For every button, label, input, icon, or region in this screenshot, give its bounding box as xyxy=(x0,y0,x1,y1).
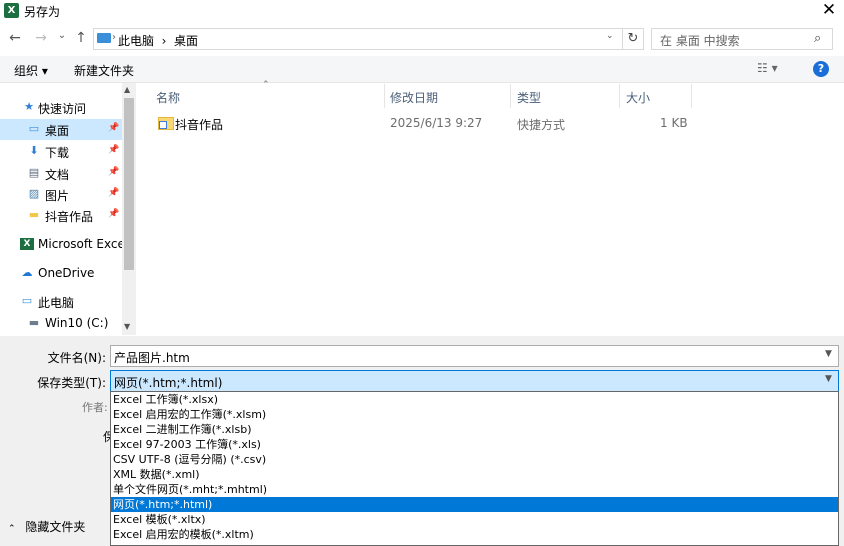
sidebar-item-label: Microsoft Excel xyxy=(38,237,129,251)
drive-icon: ▬ xyxy=(28,316,40,329)
forward-arrow-icon[interactable]: → xyxy=(32,28,50,48)
cloud-icon: ☁ xyxy=(21,266,33,279)
navigation-pane: ★ 快速访问 ▭ 桌面 📌 ⬇ 下载 📌 ▤ 文档 📌 ▨ 图片 📌 ▬ 抖音作… xyxy=(0,83,136,335)
address-bar[interactable]: › 此电脑 › 桌面 ⌄ xyxy=(93,28,623,50)
dropdown-option[interactable]: Excel 模板(*.xltx) xyxy=(111,512,838,527)
file-type: 快捷方式 xyxy=(517,118,566,132)
breadcrumb[interactable]: 此电脑 › 桌面 xyxy=(118,32,198,49)
pin-icon: 📌 xyxy=(108,145,120,155)
organize-button[interactable]: 组织 ▾ xyxy=(14,62,48,79)
column-divider[interactable] xyxy=(384,84,385,108)
filename-input[interactable]: 产品图片.htm ▼ xyxy=(110,345,839,367)
sidebar-item-desktop[interactable]: ▭ 桌面 📌 xyxy=(0,119,122,140)
view-options-icon[interactable]: ☷ ▾ xyxy=(757,61,778,75)
shortcut-arrow-icon xyxy=(159,121,167,129)
sidebar-item-label: 文档 xyxy=(45,168,70,182)
pin-icon: 📌 xyxy=(108,167,120,177)
sidebar-item-label: OneDrive xyxy=(38,266,95,280)
refresh-icon[interactable]: ↻ xyxy=(622,28,644,50)
filename-label: 文件名(N): xyxy=(47,351,106,365)
scroll-up-icon[interactable]: ▲ xyxy=(124,85,130,94)
column-header-size[interactable]: 大小 xyxy=(626,89,650,106)
sidebar-item-documents[interactable]: ▤ 文档 📌 xyxy=(0,163,122,184)
chevron-up-icon: ⌃ xyxy=(8,524,16,534)
sidebar-item-drive-c[interactable]: ▬ Win10 (C:) xyxy=(0,313,122,334)
filetype-dropdown-list[interactable]: Excel 工作簿(*.xlsx) Excel 启用宏的工作簿(*.xlsm) … xyxy=(110,391,839,546)
filetype-value[interactable]: 网页(*.htm;*.html) xyxy=(114,374,222,391)
sidebar-item-douyin-folder[interactable]: ▬ 抖音作品 📌 xyxy=(0,205,122,226)
file-name: 抖音作品 xyxy=(175,118,224,132)
dropdown-option[interactable]: Excel 97-2003 工作簿(*.xls) xyxy=(111,437,838,452)
sidebar-item-label: Win10 (C:) xyxy=(45,316,109,330)
new-folder-button[interactable]: 新建文件夹 xyxy=(74,62,134,79)
dropdown-option[interactable]: Excel 启用宏的工作簿(*.xlsm) xyxy=(111,407,838,422)
sort-ascending-icon: ⌃ xyxy=(262,80,270,90)
sidebar-item-quick-access[interactable]: ★ 快速访问 xyxy=(0,97,122,118)
up-arrow-icon[interactable]: ↑ xyxy=(72,28,90,48)
window-title: 另存为 xyxy=(24,5,61,19)
back-arrow-icon[interactable]: ← xyxy=(6,28,24,48)
sidebar-item-label: 快速访问 xyxy=(38,102,87,116)
star-icon: ★ xyxy=(24,100,34,113)
column-header-modified[interactable]: 修改日期 xyxy=(390,89,438,106)
dropdown-option-selected[interactable]: 网页(*.htm;*.html) xyxy=(111,497,838,512)
excel-app-icon: X xyxy=(4,3,19,18)
help-icon[interactable]: ? xyxy=(813,61,829,77)
column-header-type[interactable]: 类型 xyxy=(517,89,541,106)
file-modified: 2025/6/13 9:27 xyxy=(390,116,483,130)
dropdown-option[interactable]: Excel 工作簿(*.xlsx) xyxy=(111,392,838,407)
document-icon: ▤ xyxy=(28,166,40,179)
pin-icon: 📌 xyxy=(108,123,120,133)
dropdown-option[interactable]: XML 数据(*.xml) xyxy=(111,467,838,482)
dropdown-option[interactable]: CSV UTF-8 (逗号分隔) (*.csv) xyxy=(111,452,838,467)
scroll-down-icon[interactable]: ▼ xyxy=(124,322,130,331)
filename-value[interactable]: 产品图片.htm xyxy=(114,349,190,366)
dropdown-option[interactable]: Excel 二进制工作簿(*.xlsb) xyxy=(111,422,838,437)
sidebar-item-label: 此电脑 xyxy=(38,296,75,310)
computer-icon: ▭ xyxy=(21,294,33,307)
search-icon[interactable]: ⌕ xyxy=(814,31,821,46)
column-divider[interactable] xyxy=(510,84,511,108)
close-icon[interactable]: ✕ xyxy=(818,0,840,22)
computer-icon xyxy=(97,33,111,43)
search-box[interactable]: 在 桌面 中搜索 ⌕ xyxy=(651,28,833,50)
excel-icon: X xyxy=(20,238,34,250)
file-size: 1 KB xyxy=(660,116,688,130)
sidebar-item-this-pc[interactable]: ▭ 此电脑 xyxy=(0,291,122,312)
sidebar-item-label: 桌面 xyxy=(45,124,70,138)
sidebar-item-onedrive[interactable]: ☁ OneDrive xyxy=(0,263,122,284)
dropdown-option[interactable]: 单个文件网页(*.mht;*.mhtml) xyxy=(111,482,838,497)
hide-folders-label: 隐藏文件夹 xyxy=(25,520,86,534)
column-header-name[interactable]: 名称 xyxy=(156,89,180,106)
chevron-down-icon[interactable]: ▼ xyxy=(825,374,832,384)
breadcrumb-chevron-icon[interactable]: › xyxy=(112,32,116,43)
download-icon: ⬇ xyxy=(29,144,39,157)
dropdown-option[interactable]: Excel 启用宏的模板(*.xltm) xyxy=(111,527,838,542)
title-bar: X 另存为 ✕ xyxy=(0,0,844,22)
sidebar-item-downloads[interactable]: ⬇ 下载 📌 xyxy=(0,141,122,162)
sidebar-item-label: 下载 xyxy=(45,146,70,160)
search-placeholder[interactable]: 在 桌面 中搜索 xyxy=(660,32,740,49)
address-dropdown-icon[interactable]: ⌄ xyxy=(606,31,614,41)
toolbar: 组织 ▾ 新建文件夹 ☷ ▾ ? xyxy=(0,56,844,83)
picture-icon: ▨ xyxy=(28,187,40,200)
chevron-down-icon[interactable]: ▼ xyxy=(825,349,832,359)
hide-folders-button[interactable]: ⌃ 隐藏文件夹 xyxy=(8,518,85,535)
sidebar-item-microsoft-excel[interactable]: X Microsoft Excel xyxy=(0,234,128,255)
sidebar-item-label: 抖音作品 xyxy=(45,210,94,224)
column-divider[interactable] xyxy=(619,84,620,108)
folder-icon: ▬ xyxy=(28,208,40,221)
author-label: 作者: xyxy=(82,401,108,414)
sidebar-scroll-thumb[interactable] xyxy=(124,98,134,270)
desktop-icon: ▭ xyxy=(28,122,40,135)
recent-locations-chevron-icon[interactable]: ⌄ xyxy=(56,26,68,46)
pin-icon: 📌 xyxy=(108,188,120,198)
sidebar-item-label: 图片 xyxy=(45,189,70,203)
file-row[interactable]: 抖音作品 2025/6/13 9:27 快捷方式 1 KB xyxy=(150,113,690,133)
sidebar-item-pictures[interactable]: ▨ 图片 📌 xyxy=(0,184,122,205)
filetype-select[interactable]: 网页(*.htm;*.html) ▼ xyxy=(110,370,839,392)
pin-icon: 📌 xyxy=(108,209,120,219)
filetype-label: 保存类型(T): xyxy=(37,376,106,390)
column-divider[interactable] xyxy=(691,84,692,108)
